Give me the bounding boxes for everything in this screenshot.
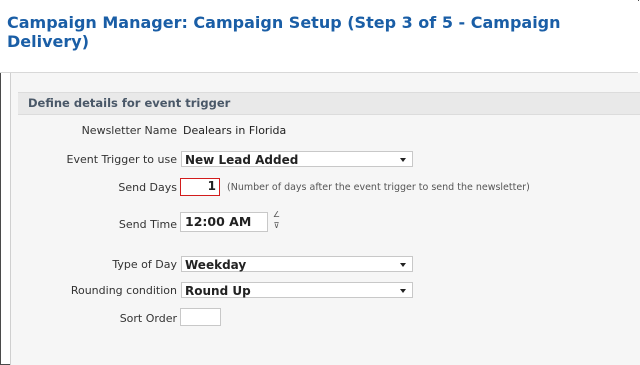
type-of-day-selected-value: Weekday	[185, 258, 247, 272]
event-trigger-selected-value: New Lead Added	[185, 153, 299, 167]
time-up-icon[interactable]: ∠	[272, 211, 281, 219]
sort-order-input[interactable]	[180, 308, 221, 326]
page-title: Campaign Manager: Campaign Setup (Step 3…	[7, 13, 561, 51]
title-bar: Campaign Manager: Campaign Setup (Step 3…	[0, 0, 638, 73]
newsletter-name-value: Dealears in Florida	[183, 124, 287, 137]
send-days-input[interactable]: 1	[180, 178, 220, 196]
send-time-input[interactable]: 12:00 AM	[180, 212, 268, 232]
chevron-down-icon	[400, 158, 406, 162]
sort-order-label: Sort Order	[119, 312, 177, 325]
rounding-condition-label: Rounding condition	[70, 284, 177, 297]
chevron-down-icon	[400, 289, 406, 293]
type-of-day-label: Type of Day	[112, 258, 177, 271]
type-of-day-select[interactable]: Weekday	[181, 256, 413, 272]
chevron-down-icon	[400, 263, 406, 267]
event-trigger-select[interactable]: New Lead Added	[181, 151, 413, 167]
send-days-label: Send Days	[118, 181, 177, 194]
rounding-condition-select[interactable]: Round Up	[181, 282, 413, 298]
event-trigger-label: Event Trigger to use	[66, 153, 177, 166]
send-days-hint: (Number of days after the event trigger …	[227, 182, 530, 193]
newsletter-name-label: Newsletter Name	[81, 124, 177, 137]
rounding-condition-selected-value: Round Up	[185, 284, 251, 298]
time-down-icon[interactable]: ⊽	[272, 222, 281, 230]
section-title: Define details for event trigger	[28, 96, 231, 110]
send-time-label: Send Time	[118, 218, 177, 231]
